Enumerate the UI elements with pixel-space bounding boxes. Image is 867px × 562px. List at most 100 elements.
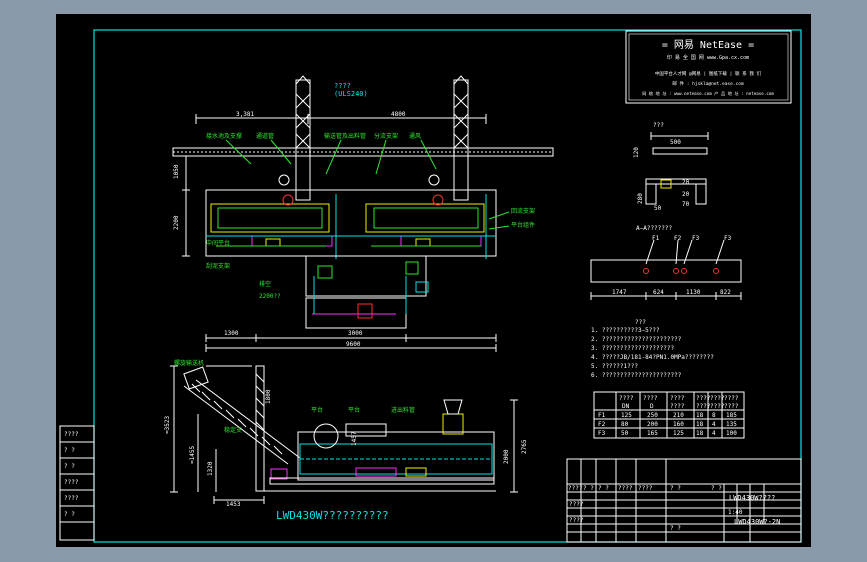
elev-dim-2000: 2000 bbox=[503, 449, 510, 464]
callout-11: 2200?? bbox=[259, 293, 281, 300]
detail-dim-280: 280 bbox=[637, 193, 644, 204]
elev-label-2: 平台 bbox=[311, 406, 323, 414]
sh-6: ???? bbox=[724, 403, 739, 410]
elev-label-1800: 1800 bbox=[265, 389, 272, 404]
tb-cell-8: ? ? bbox=[670, 485, 681, 492]
callout-1: 接水池及支撑 bbox=[206, 132, 242, 140]
elevation-title: LWD430W?????????? bbox=[276, 509, 389, 522]
section-dim-3: 1130 bbox=[686, 289, 701, 296]
callout-4: 分流支架 bbox=[374, 132, 398, 140]
callout-3: 输送管及出料管 bbox=[324, 132, 366, 140]
sh-3: ???? bbox=[670, 403, 685, 410]
cell: 18 bbox=[696, 421, 704, 428]
th-4: ???? bbox=[696, 395, 711, 402]
tb-cell-10: ? ? bbox=[670, 525, 681, 532]
dim-4800: 4800 bbox=[391, 111, 406, 118]
detail-dim-70: 70 bbox=[682, 201, 690, 208]
control-cabinet bbox=[305, 297, 407, 329]
sh-1: DN bbox=[622, 403, 630, 410]
plan-top-label: ???? bbox=[334, 82, 351, 90]
section-title: A—A??????? bbox=[636, 225, 673, 232]
plan-top-sublabel: (ULS240) bbox=[334, 90, 368, 98]
th-1: ???? bbox=[619, 395, 634, 402]
flange-label-4: F3 bbox=[724, 235, 732, 242]
flange-label-2: F2 bbox=[674, 235, 682, 242]
detail-dim-20b: 20 bbox=[682, 191, 690, 198]
stamp-line1: 印 易 全 国 网 www.Gpa.cx.com bbox=[667, 54, 749, 61]
dim-3000: 3000 bbox=[348, 330, 363, 337]
cell: 4 bbox=[712, 421, 716, 428]
sh-2: D bbox=[650, 403, 654, 410]
technical-notes: ??? 1. ??????????3—5??? 2. ?????????????… bbox=[591, 319, 714, 379]
cell: 135 bbox=[726, 421, 737, 428]
elev-dim-3523: ≈3523 bbox=[164, 416, 171, 434]
section-dim-4: 822 bbox=[720, 289, 731, 296]
drawing-sheet: = 网易 NetEase = 印 易 全 国 网 www.Gpa.cx.com … bbox=[56, 14, 811, 547]
note-6: 6. ?????????????????????? bbox=[591, 372, 682, 379]
tb-cell-7: ???? bbox=[569, 517, 584, 524]
elev-dim-1455: ≈1455 bbox=[189, 446, 196, 464]
cell: 4 bbox=[712, 430, 716, 437]
elev-label-1: 螺旋输送机 bbox=[174, 359, 204, 367]
tb-scale: 1:40 bbox=[728, 509, 743, 516]
section-dim-1: 1747 bbox=[612, 289, 627, 296]
elevation-view: 螺旋输送机 平台 平台 进出料管 稳定支 ≈3523 ≈1455 1320 18… bbox=[164, 359, 528, 522]
callout-7: 刮泥支架 bbox=[206, 262, 230, 270]
elev-label-5: 稳定支 bbox=[224, 426, 242, 434]
cell: 210 bbox=[673, 412, 684, 419]
dim-2200: 2200 bbox=[173, 215, 180, 230]
flange-label-1: F1 bbox=[652, 235, 660, 242]
th-2: ???? bbox=[643, 395, 658, 402]
tb-cell-6: ???? bbox=[569, 501, 584, 508]
note-4: 4. ?????JB/181-84?PN1.0MPa???????? bbox=[591, 354, 714, 361]
dim-9600: 9600 bbox=[346, 341, 361, 348]
th-5: ???? bbox=[710, 395, 725, 402]
strip-cell-6: ? ? bbox=[64, 511, 75, 518]
drawing-canvas: = 网易 NetEase = 印 易 全 国 网 www.Gpa.cx.com … bbox=[59, 29, 802, 543]
note-3: 3. ???????????????????? bbox=[591, 345, 674, 352]
tb-drawing-no: LWD430W?-2N bbox=[734, 518, 780, 526]
th-3: ???? bbox=[670, 395, 685, 402]
tb-cell-2: ? ? bbox=[583, 485, 594, 492]
cell: F3 bbox=[598, 430, 606, 437]
elev-dim-2765: 2765 bbox=[521, 439, 528, 454]
callout-5: 通风 bbox=[409, 132, 421, 140]
detail-dim-20a: 20 bbox=[682, 179, 690, 186]
elev-label-3: 平台 bbox=[348, 406, 360, 414]
strip-cell-3: ? ? bbox=[64, 463, 75, 470]
cell: 80 bbox=[621, 421, 629, 428]
detail-dim-50: 50 bbox=[654, 205, 662, 212]
exhaust-stack-left bbox=[295, 75, 311, 201]
title-block: ???? ? ? ? ? ???? ???? ???? ???? ? ? ? ?… bbox=[566, 458, 802, 543]
note-5: 5. ??????1??? bbox=[591, 363, 638, 370]
cell: 8 bbox=[712, 412, 716, 419]
tb-drawing-name: LWD430W???? bbox=[729, 494, 775, 502]
callout-6: 中间平台 bbox=[206, 239, 230, 247]
callout-9: 平台组件 bbox=[511, 221, 535, 229]
inner-frame bbox=[93, 29, 802, 543]
tb-cell-1: ???? bbox=[568, 485, 583, 492]
exhaust-stack-right bbox=[453, 75, 469, 201]
stamp-line2: 中国平台人才网 @网易 | 图纸下载 | 联 系 我 们 bbox=[655, 70, 762, 77]
cell: F1 bbox=[598, 412, 606, 419]
stamp-line4: 网 络 地 址 : www.netease.com 产 品 地 址 : nete… bbox=[642, 90, 774, 97]
cell: 125 bbox=[621, 412, 632, 419]
stamp-line3: 邮 件 : hjskla@net.ease.com bbox=[672, 80, 744, 87]
elev-dim-1320: 1320 bbox=[207, 461, 214, 476]
callout-8: 回流支架 bbox=[511, 207, 535, 215]
cell: 125 bbox=[673, 430, 684, 437]
strip-cell-2: ? ? bbox=[64, 447, 75, 454]
section-dim-2: 624 bbox=[653, 289, 664, 296]
cell: 18 bbox=[696, 430, 704, 437]
detail-dim-500: 500 bbox=[670, 139, 681, 146]
callout-10: 排空 bbox=[259, 280, 271, 288]
plan-view: 3,381 4800 ???? (ULS240) 接水池及支撑 通道管 输送管及… bbox=[172, 75, 554, 352]
cell: 160 bbox=[673, 421, 684, 428]
sh-4: ???? bbox=[696, 403, 711, 410]
cad-viewer: = 网易 NetEase = 印 易 全 国 网 www.Gpa.cx.com … bbox=[0, 0, 867, 562]
detail-dim-120: 120 bbox=[633, 147, 640, 158]
stamp-brand: = 网易 NetEase = bbox=[662, 39, 754, 51]
note-1: 1. ??????????3—5??? bbox=[591, 327, 660, 334]
strip-cell-5: ???? bbox=[64, 495, 79, 502]
flange-label-3: F3 bbox=[692, 235, 700, 242]
